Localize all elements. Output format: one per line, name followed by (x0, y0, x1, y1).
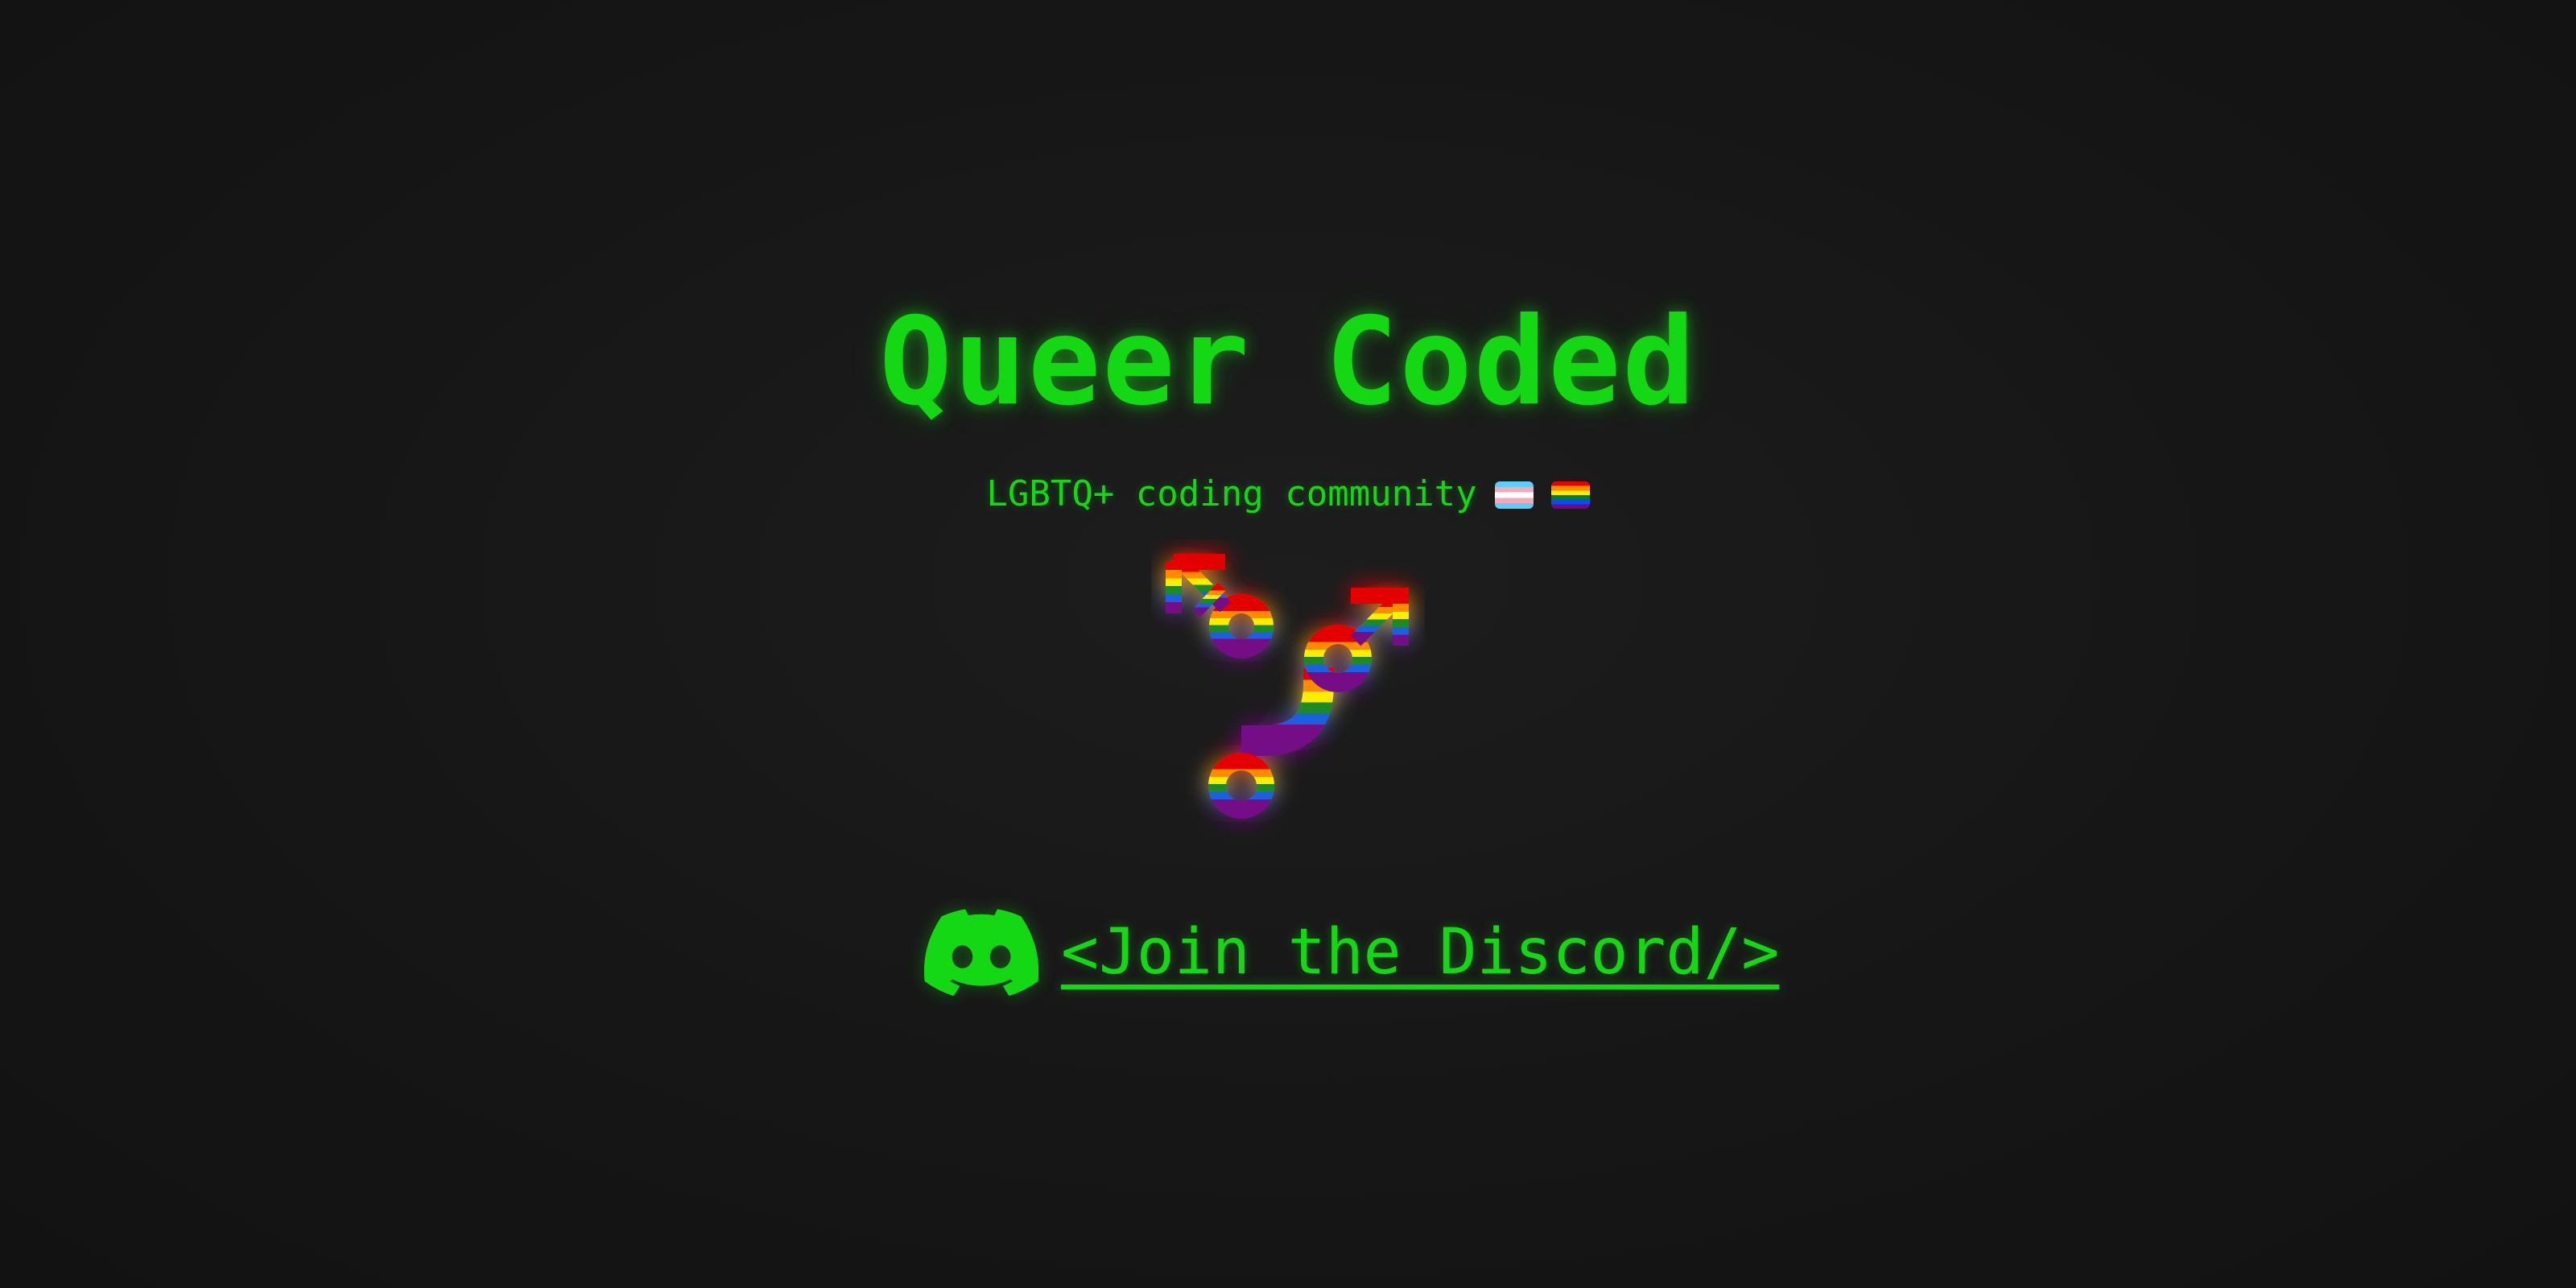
discord-icon[interactable] (924, 907, 1038, 997)
combined-gender-symbol-icon (1166, 554, 1409, 877)
landing-page: Queer Coded LGBTQ+ coding community <Joi… (0, 0, 2576, 1288)
page-title: Queer Coded (879, 292, 1697, 432)
trans-flag-icon (1494, 481, 1534, 509)
discord-cta[interactable]: <Join the Discord/> (924, 900, 1779, 1005)
page-subtitle: LGBTQ+ coding community (0, 469, 2576, 520)
subtitle-text: LGBTQ+ coding community (986, 473, 1477, 514)
rainbow-flag-icon (1550, 481, 1590, 509)
join-discord-link[interactable]: <Join the Discord/> (1061, 912, 1779, 993)
